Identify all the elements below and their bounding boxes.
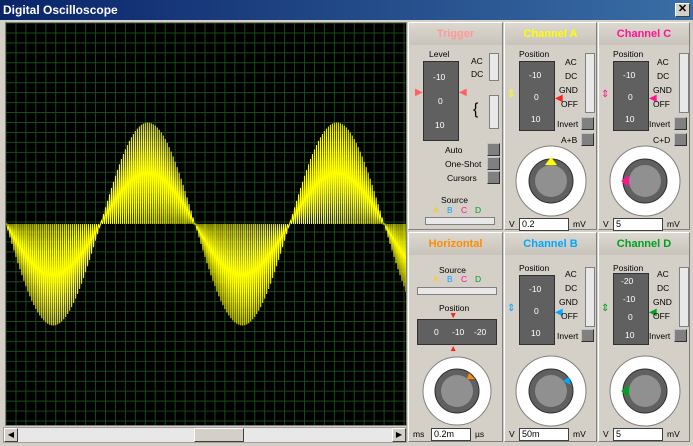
trigger-source-label: Source [441,195,468,205]
cursors-label: Cursors [447,173,477,183]
channel-b-coupling[interactable] [585,267,595,327]
channel-c-title: Channel C [599,23,689,45]
position-marker-icon: ⇕ [507,303,516,314]
scope-display [5,22,407,426]
channel-b-dial[interactable] [509,351,593,427]
horizontal-title: Horizontal [409,233,502,255]
horizontal-source-slider[interactable] [417,287,497,295]
channel-c-dial[interactable] [603,141,687,217]
channel-d-dial[interactable] [603,351,687,427]
channel-a-dial[interactable] [509,141,593,217]
channel-a-position[interactable]: -10 0 10 [519,61,555,131]
channel-d-title: Channel D [599,233,689,255]
scroll-thumb[interactable] [194,428,244,442]
channel-d-position[interactable]: -20 -10 0 10 [613,273,649,345]
trigger-ac-label: AC [471,56,483,66]
horizontal-scrollbar[interactable]: ◀ ▶ [3,427,407,443]
channel-d-invert-button[interactable] [674,329,687,342]
channel-a-panel: Channel A Position -10 0 10 ⇕ ◀ AC DC GN… [504,22,597,231]
arrow-right-icon[interactable]: ▶ [392,428,406,442]
channel-d-coupling[interactable] [679,267,689,327]
channel-a-value[interactable]: 0.2 [519,218,569,231]
channel-b-position[interactable]: -10 0 10 [519,275,555,345]
close-icon: ✕ [677,3,688,15]
channel-c-invert-button[interactable] [674,117,687,130]
window-titlebar: Digital Oscilloscope ✕ [0,0,693,20]
channel-b-panel: Channel B Position -10 0 10 ⇕ ◀ AC DC GN… [504,232,597,442]
channel-d-panel: Channel D Position -20 -10 0 10 ⇕ ◀ AC D… [598,232,690,442]
position-marker-icon: ⇕ [507,89,516,100]
channel-c-value[interactable]: 5 [613,218,663,231]
trigger-panel: Trigger Level -10 0 10 ▶ ◀ AC DC { Auto … [408,22,503,230]
channel-c-position[interactable]: -10 0 10 [613,61,649,131]
horizontal-position-control[interactable]: 0 -10 -20 [417,319,497,345]
position-marker-icon: ⇕ [601,303,610,314]
brace-icon: { [473,101,479,118]
horizontal-panel: Horizontal Source A B C D Position ▼ 0 -… [408,232,503,442]
channel-a-coupling[interactable] [585,53,595,113]
auto-button[interactable] [487,143,500,156]
position-marker-icon: ⇕ [601,89,610,100]
one-shot-button[interactable] [487,157,500,170]
timebase-dial[interactable] [417,351,497,427]
coupling-switch[interactable] [489,53,499,81]
window-title: Digital Oscilloscope [3,3,118,17]
edge-switch[interactable] [489,95,499,129]
level-label: Level [429,49,450,59]
cursors-button[interactable] [487,171,500,184]
channel-a-title: Channel A [505,23,596,45]
auto-label: Auto [445,145,463,155]
channel-d-value[interactable]: 5 [613,428,663,441]
one-shot-label: One-Shot [445,159,482,169]
arrow-left-icon[interactable]: ◀ [4,428,18,442]
channel-a-invert-button[interactable] [581,117,594,130]
trigger-title: Trigger [409,23,502,45]
channel-b-invert-button[interactable] [581,329,594,342]
trigger-dc-label: DC [471,69,484,79]
channel-b-title: Channel B [505,233,596,255]
level-marker-icon: ◀ [459,87,467,98]
channel-c-panel: Channel C Position -10 0 10 ⇕ ◀ AC DC GN… [598,22,690,231]
trigger-source-slider[interactable] [425,217,495,225]
channel-b-value[interactable]: 50m [519,428,569,441]
channel-c-coupling[interactable] [679,53,689,113]
close-button[interactable]: ✕ [675,3,690,17]
timebase-value[interactable]: 0.2m [431,428,471,441]
level-control[interactable]: -10 0 10 [423,61,459,141]
level-marker-icon: ▶ [415,87,423,98]
